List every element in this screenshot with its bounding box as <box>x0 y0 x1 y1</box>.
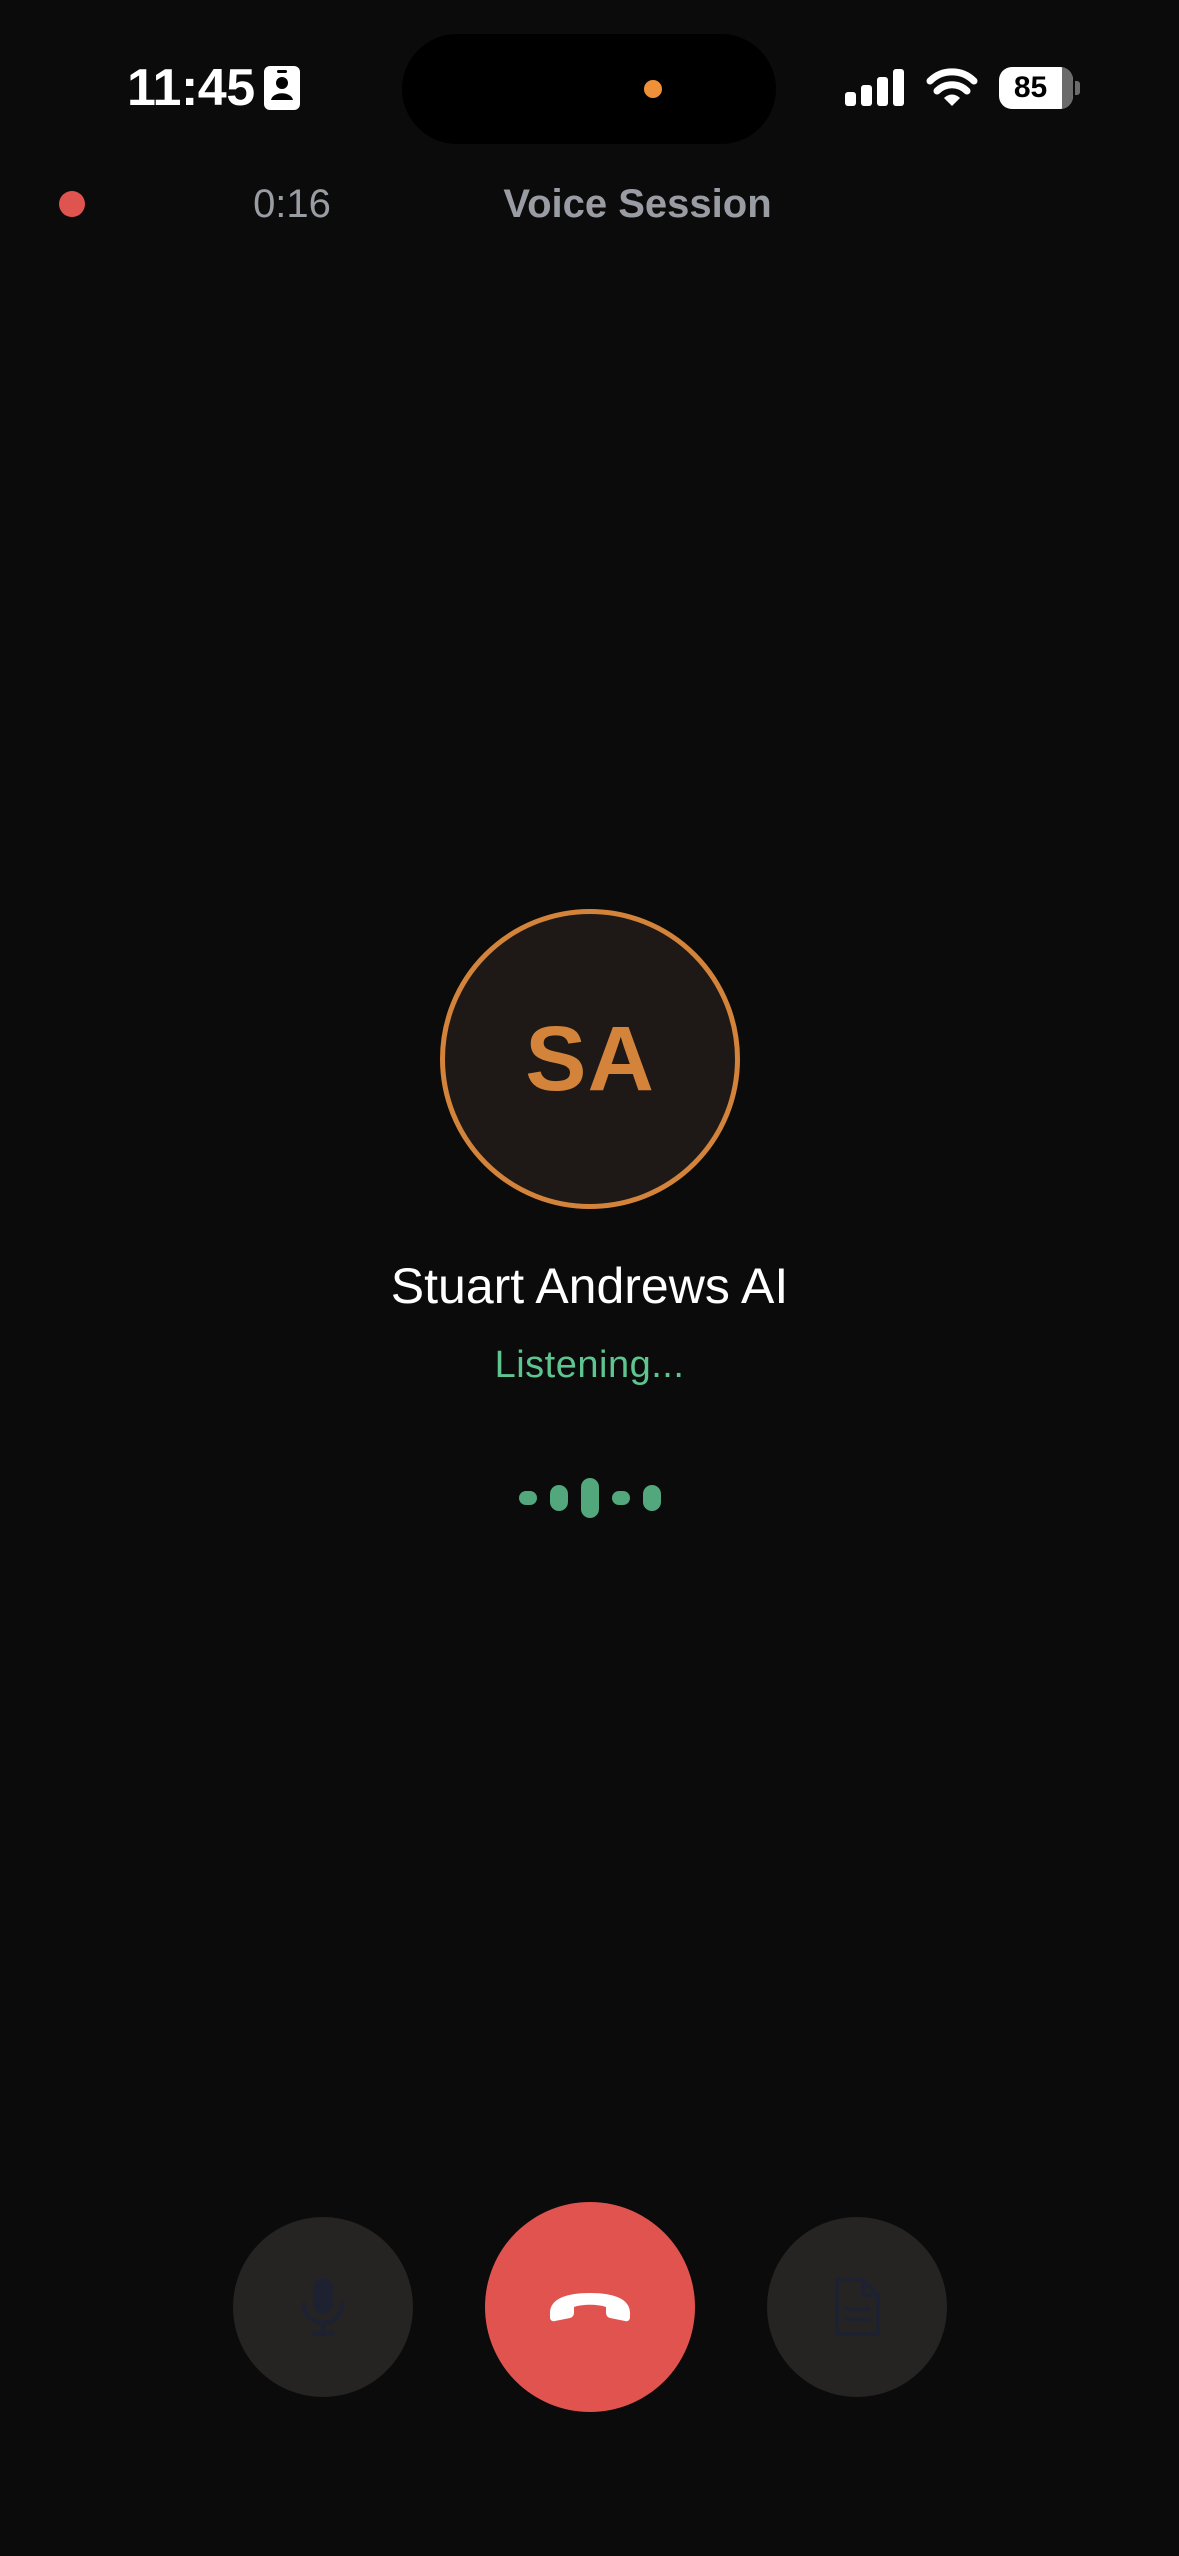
wifi-icon <box>926 68 978 106</box>
status-time: 11:45 <box>127 59 255 117</box>
voice-level-bar <box>643 1485 661 1511</box>
status-bar: 11:45 85 <box>0 0 1179 150</box>
end-call-button[interactable] <box>485 2202 695 2412</box>
hang-up-icon <box>550 2293 630 2322</box>
voice-level-bar <box>519 1491 537 1505</box>
caller-name: Stuart Andrews AI <box>390 1258 789 1314</box>
voice-level-bar <box>581 1478 599 1518</box>
document-icon <box>835 2278 880 2336</box>
mute-button[interactable] <box>233 2217 413 2397</box>
dynamic-island <box>402 34 776 144</box>
battery-level: 85 <box>1013 71 1048 104</box>
voice-activity-indicator <box>519 1478 661 1518</box>
avatar: SA <box>440 909 740 1209</box>
avatar-initials: SA <box>525 1008 655 1110</box>
privacy-indicator-dot <box>644 80 662 98</box>
cellular-signal-icon <box>845 69 904 106</box>
voice-level-bar <box>612 1491 630 1505</box>
voice-level-bar <box>550 1485 568 1511</box>
contact-card-icon <box>264 66 300 110</box>
call-status: Listening... <box>494 1344 685 1386</box>
microphone-icon <box>301 2278 345 2336</box>
recording-indicator <box>59 191 85 217</box>
battery-icon: 85 <box>999 67 1080 109</box>
session-title: Voice Session <box>503 182 772 226</box>
session-timer: 0:16 <box>253 182 331 226</box>
notes-button[interactable] <box>767 2217 947 2397</box>
